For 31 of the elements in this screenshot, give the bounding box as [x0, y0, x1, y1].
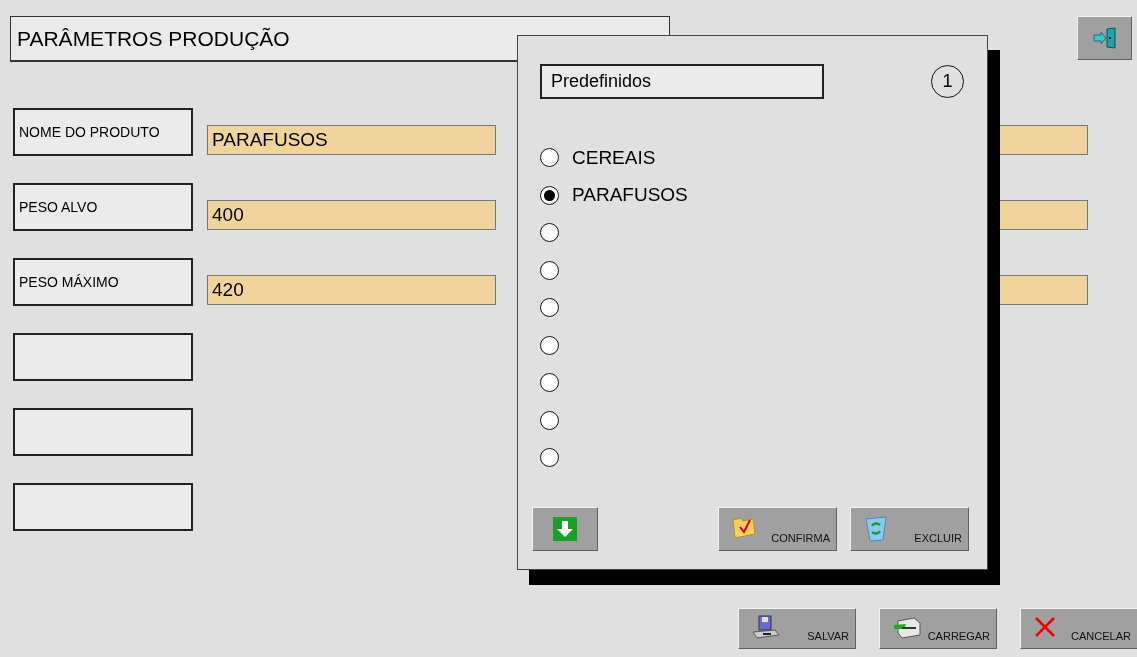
- exit-button[interactable]: [1077, 16, 1132, 60]
- radio-button[interactable]: [540, 373, 559, 393]
- input-field[interactable]: 400: [207, 200, 496, 230]
- input-field[interactable]: 420: [207, 275, 496, 305]
- delete-button[interactable]: EXCLUIR: [850, 507, 969, 551]
- confirm-button[interactable]: CONFIRMA: [718, 507, 837, 551]
- down-button[interactable]: [532, 507, 598, 551]
- scanner-icon: [892, 615, 922, 641]
- radio-button[interactable]: [540, 148, 559, 168]
- field-label: PESO MÁXIMO: [13, 258, 193, 306]
- radio-button[interactable]: [540, 335, 559, 355]
- folder-check-icon: [731, 514, 759, 540]
- radio-button[interactable]: [540, 223, 559, 243]
- input-field[interactable]: PARAFUSOS: [207, 125, 496, 155]
- load-button[interactable]: CARREGAR: [879, 608, 997, 649]
- field-label: PESO ALVO: [13, 183, 193, 231]
- close-icon: [1033, 615, 1057, 639]
- radio-button[interactable]: [540, 260, 559, 280]
- save-button[interactable]: SALVAR: [738, 608, 856, 649]
- radio-button[interactable]: [540, 298, 559, 318]
- cancel-button[interactable]: CANCELAR: [1020, 608, 1137, 649]
- floppy-drive-icon: [751, 615, 781, 641]
- option-label[interactable]: CEREAIS: [572, 146, 656, 169]
- dialog-title: Predefinidos: [540, 64, 824, 99]
- radio-button[interactable]: [540, 410, 559, 430]
- field-label: NOME DO PRODUTO: [13, 108, 193, 156]
- exit-door-icon: [1092, 27, 1117, 49]
- recycle-bin-icon: [863, 514, 889, 542]
- option-label[interactable]: PARAFUSOS: [572, 184, 688, 207]
- radio-button[interactable]: [540, 185, 559, 205]
- radio-button[interactable]: [540, 448, 559, 468]
